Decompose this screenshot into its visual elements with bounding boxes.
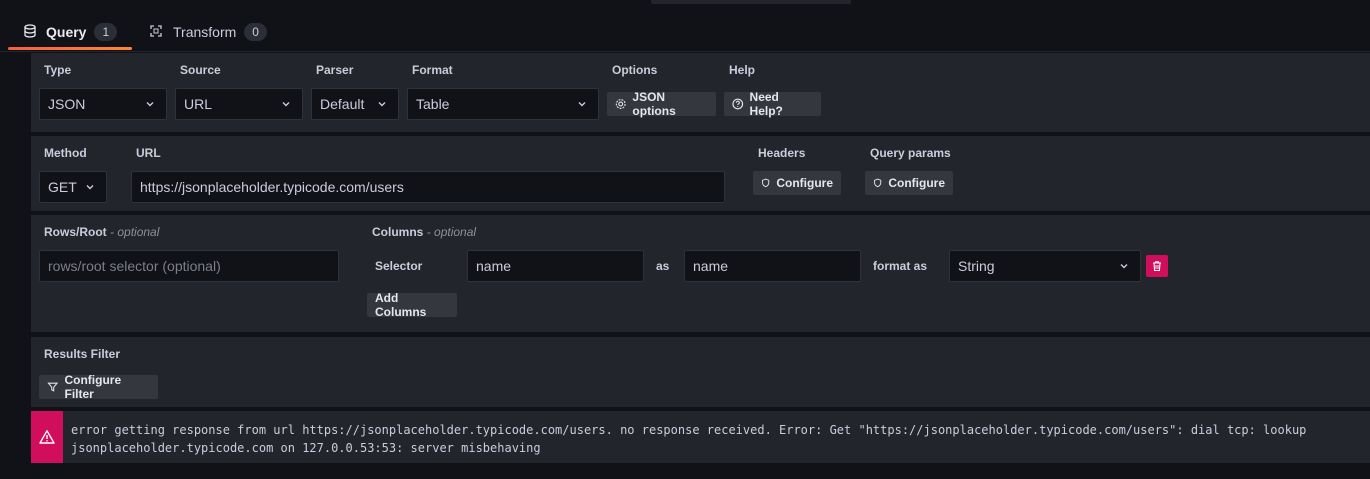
delete-column-button[interactable] [1146, 255, 1168, 277]
results-filter-panel [31, 337, 1370, 407]
rows-root-label-text: Rows/Root [44, 225, 107, 239]
chevron-down-icon [1120, 264, 1128, 269]
headers-configure-label: Configure [776, 176, 833, 190]
source-select[interactable]: URL [175, 88, 303, 120]
filter-icon [47, 382, 59, 392]
columns-label: Columns - optional [372, 225, 476, 239]
method-select[interactable]: GET [39, 171, 107, 203]
query-params-configure-button[interactable]: Configure [865, 171, 953, 195]
question-circle-icon [732, 98, 744, 110]
top-bar-stub [651, 0, 851, 4]
tab-query-label: Query [46, 24, 87, 40]
type-select[interactable]: JSON [39, 88, 167, 120]
error-message: error getting response from url https://… [71, 423, 1314, 455]
format-label: Format [412, 63, 453, 77]
parser-select-value: Default [320, 96, 365, 112]
options-label: Options [612, 63, 658, 77]
results-filter-label: Results Filter [44, 347, 121, 361]
chevron-down-icon [378, 102, 386, 107]
add-columns-button[interactable]: Add Columns [367, 291, 457, 319]
trash-icon [1153, 261, 1161, 272]
as-label: as [656, 259, 670, 273]
warning-triangle-icon [39, 430, 55, 444]
transform-icon [149, 24, 163, 41]
help-label: Help [729, 63, 756, 77]
selector-label: Selector [375, 259, 423, 273]
query-params-label: Query params [870, 146, 951, 160]
tab-transform-count: 0 [244, 23, 267, 41]
shield-icon [874, 178, 882, 188]
format-select-value: Table [416, 96, 450, 112]
format-as-select-value: String [958, 258, 995, 274]
rows-root-placeholder: rows/root selector (optional) [48, 258, 221, 274]
chevron-down-icon [86, 185, 94, 190]
shield-icon [762, 178, 770, 188]
headers-label: Headers [758, 146, 806, 160]
database-icon [24, 23, 36, 41]
columns-optional: - optional [426, 225, 477, 239]
need-help-label: Need Help? [749, 90, 783, 118]
active-tab-indicator [8, 47, 132, 50]
headers-configure-button[interactable]: Configure [753, 171, 841, 195]
url-input-value: https://jsonplaceholder.typicode.com/use… [140, 179, 404, 195]
parser-select[interactable]: Default [311, 88, 399, 120]
method-select-value: GET [48, 179, 77, 195]
columns-label-text: Columns [372, 225, 424, 239]
url-label: URL [136, 146, 161, 160]
url-input[interactable]: https://jsonplaceholder.typicode.com/use… [131, 171, 725, 203]
type-label: Type [44, 63, 72, 77]
configure-filter-button[interactable]: Configure Filter [39, 373, 158, 401]
rows-root-label: Rows/Root - optional [44, 225, 159, 239]
add-columns-label: Add Columns [375, 291, 427, 319]
rows-root-optional: - optional [110, 225, 160, 239]
tab-transform-label: Transform [173, 24, 237, 40]
parser-label: Parser [316, 63, 354, 77]
format-as-select[interactable]: String [949, 250, 1141, 282]
json-options-button[interactable]: JSON options [607, 90, 716, 118]
error-icon-box [31, 411, 63, 463]
chevron-down-icon [578, 102, 586, 107]
chevron-down-icon [282, 102, 290, 107]
format-select[interactable]: Table [407, 88, 599, 120]
alias-input[interactable]: name [684, 250, 861, 282]
selector-input[interactable]: name [467, 250, 644, 282]
tab-divider [0, 51, 1370, 52]
method-label: Method [44, 146, 87, 160]
source-label: Source [180, 63, 221, 77]
format-as-label: format as [873, 259, 928, 273]
json-options-label: JSON options [632, 90, 676, 118]
chevron-down-icon [146, 102, 154, 107]
source-select-value: URL [184, 96, 213, 112]
selector-input-value: name [476, 258, 512, 274]
configure-filter-label: Configure Filter [64, 373, 122, 401]
tab-query[interactable]: Query 1 [24, 12, 118, 52]
gear-icon [615, 99, 626, 109]
need-help-button[interactable]: Need Help? [724, 90, 821, 118]
tab-transform[interactable]: Transform 0 [149, 12, 267, 52]
tab-query-count: 1 [94, 23, 118, 41]
alias-input-value: name [693, 258, 729, 274]
query-params-configure-label: Configure [888, 176, 945, 190]
rows-root-input[interactable]: rows/root selector (optional) [39, 250, 339, 282]
type-select-value: JSON [48, 96, 86, 112]
